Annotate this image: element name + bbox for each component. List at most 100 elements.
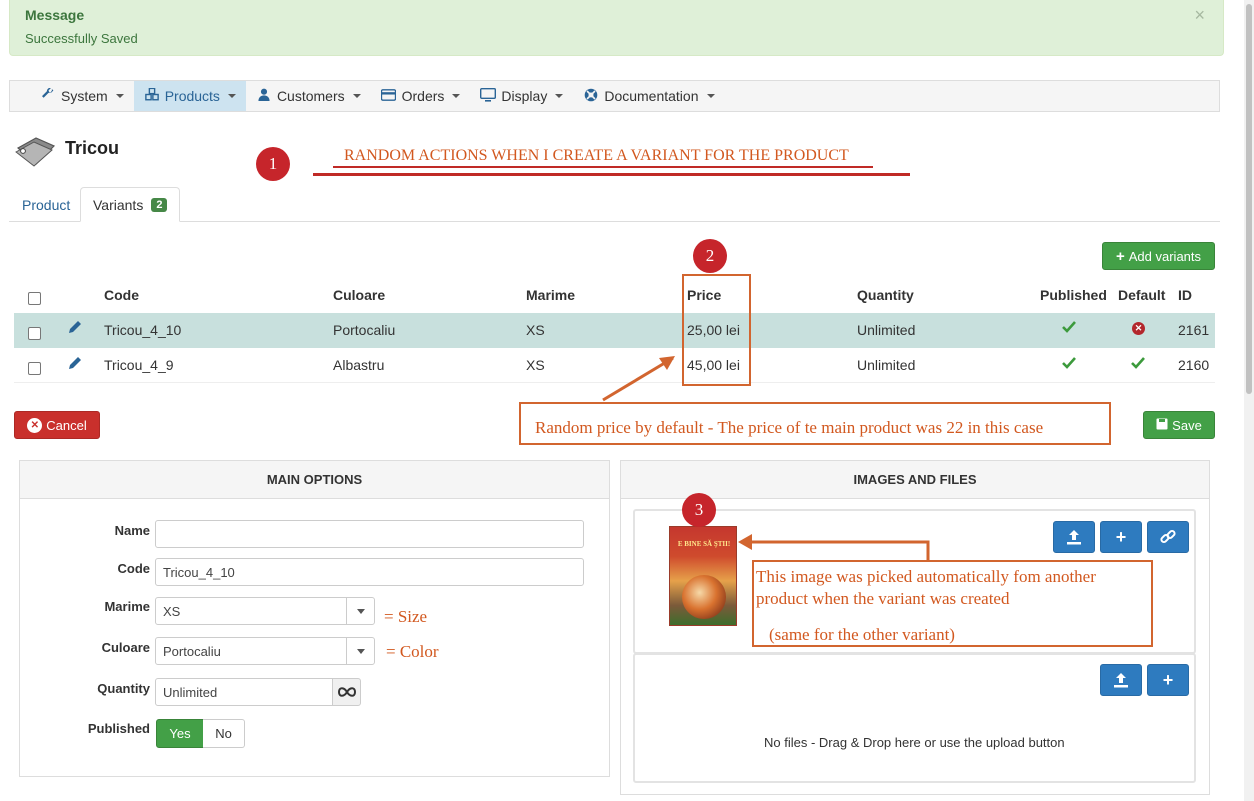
edit-icon[interactable] (68, 320, 82, 337)
annotation-arrow (738, 534, 930, 560)
cell-code: Tricou_4_9 (104, 357, 174, 373)
plus-icon: + (1162, 669, 1174, 690)
variants-count-badge: 2 (151, 197, 168, 212)
marime-label: Marime (104, 599, 150, 614)
published-check-icon[interactable] (1062, 356, 1076, 374)
close-icon[interactable]: × (1194, 5, 1205, 26)
cell-culoare: Albastru (333, 357, 385, 373)
nav-system-label: System (61, 88, 108, 104)
cancel-label: Cancel (46, 417, 87, 433)
annotation-badge-3: 3 (682, 493, 716, 527)
nav-products-label: Products (164, 88, 220, 104)
page-scrollbar[interactable] (1244, 0, 1254, 801)
add-image-button[interactable]: + (1100, 521, 1142, 553)
quantity-field[interactable]: Unlimited (155, 678, 333, 706)
culoare-select[interactable]: Portocaliu (155, 637, 375, 665)
annotation-size-note: = Size (384, 607, 428, 626)
annotation-price-note: Random price by default - The price of t… (535, 418, 1044, 437)
success-alert: Message Successfully Saved × (9, 0, 1224, 56)
chevron-down-icon (706, 94, 715, 98)
cancel-button[interactable]: ✕ Cancel (14, 411, 100, 439)
published-yes-button[interactable]: Yes (156, 719, 204, 748)
monitor-icon (480, 87, 497, 105)
chevron-down-icon (115, 94, 124, 98)
nav-system[interactable]: System (30, 81, 134, 111)
cancel-circle-icon: ✕ (27, 417, 43, 433)
published-label: Published (87, 721, 150, 736)
nav-documentation[interactable]: Documentation (573, 81, 724, 111)
chevron-down-icon[interactable] (346, 638, 374, 664)
cell-quantity: Unlimited (857, 357, 916, 373)
cell-id: 2160 (1178, 357, 1210, 373)
select-all-checkbox[interactable] (28, 292, 41, 305)
lifebuoy-icon (583, 88, 599, 105)
annotation-badge-1: 1 (256, 147, 290, 181)
not-default-x-icon[interactable]: ✕ (1132, 322, 1145, 335)
cell-code: Tricou_4_10 (104, 322, 182, 338)
header-published[interactable]: Published (1040, 287, 1107, 303)
alert-title: Message (25, 7, 85, 23)
plus-icon: + (1115, 247, 1125, 265)
header-code[interactable]: Code (104, 287, 139, 303)
table-row[interactable] (14, 313, 1215, 348)
card-icon (380, 88, 397, 104)
header-quantity[interactable]: Quantity (857, 287, 914, 303)
book-cover-art (682, 575, 726, 619)
cell-marime: XS (526, 322, 545, 338)
nav-customers[interactable]: Customers (246, 81, 371, 111)
annotation-price-box (682, 274, 751, 386)
price-tag-icon (14, 134, 56, 168)
cell-culoare: Portocaliu (333, 322, 396, 338)
header-culoare[interactable]: Culoare (333, 287, 385, 303)
upload-image-button[interactable] (1053, 521, 1095, 553)
annotation-image-note-line2: product when the variant was created (756, 589, 1010, 608)
upload-icon (1067, 530, 1081, 545)
code-field[interactable]: Tricou_4_10 (155, 558, 584, 586)
add-variants-button[interactable]: + Add variants (1102, 242, 1215, 270)
annotation-title: RANDOM ACTIONS WHEN I CREATE A VARIANT F… (344, 147, 849, 164)
chevron-down-icon (452, 94, 461, 98)
published-no-button[interactable]: No (203, 719, 245, 748)
header-default[interactable]: Default (1118, 287, 1165, 303)
edit-icon[interactable] (68, 356, 82, 373)
annotation-image-note-line3: (same for the other variant) (769, 625, 955, 644)
header-marime[interactable]: Marime (526, 287, 575, 303)
nav-display[interactable]: Display (470, 81, 573, 111)
wrench-icon (40, 87, 56, 104)
default-check-icon[interactable] (1131, 356, 1145, 374)
nav-products[interactable]: Products (133, 81, 246, 111)
add-file-button[interactable]: + (1147, 664, 1189, 696)
tab-variants[interactable]: Variants 2 (80, 187, 181, 222)
book-cover-title: E BINE SĂ ŞTII! (677, 540, 731, 548)
main-navbar: System Products Customers Orders Display… (9, 80, 1220, 112)
header-id[interactable]: ID (1178, 287, 1192, 303)
tab-product[interactable]: Product (10, 187, 82, 222)
upload-icon (1114, 673, 1128, 688)
link-image-button[interactable] (1147, 521, 1189, 553)
product-image-thumbnail[interactable]: E BINE SĂ ŞTII! (669, 526, 737, 626)
infinity-button[interactable] (332, 678, 361, 706)
save-button[interactable]: Save (1143, 411, 1215, 439)
row-checkbox[interactable] (28, 362, 41, 375)
tab-variants-label: Variants (93, 196, 144, 213)
nav-display-label: Display (501, 88, 548, 104)
published-check-icon[interactable] (1062, 320, 1076, 338)
cell-quantity: Unlimited (857, 322, 916, 338)
quantity-label: Quantity (97, 681, 150, 696)
marime-select[interactable]: XS (155, 597, 375, 625)
scrollbar-thumb[interactable] (1246, 4, 1252, 394)
nav-orders[interactable]: Orders (371, 81, 471, 111)
infinity-icon (337, 687, 356, 697)
annotation-color-note: = Color (386, 642, 439, 661)
user-icon (256, 88, 272, 104)
row-checkbox[interactable] (28, 327, 41, 340)
floppy-icon (1156, 418, 1168, 433)
annotation-underline (333, 166, 873, 168)
chevron-down-icon (227, 94, 236, 98)
name-field[interactable] (155, 520, 584, 548)
chevron-down-icon[interactable] (346, 598, 374, 624)
upload-file-button[interactable] (1100, 664, 1142, 696)
culoare-label: Culoare (101, 640, 150, 655)
add-variants-label: Add variants (1128, 248, 1202, 264)
cell-id: 2161 (1178, 322, 1210, 338)
